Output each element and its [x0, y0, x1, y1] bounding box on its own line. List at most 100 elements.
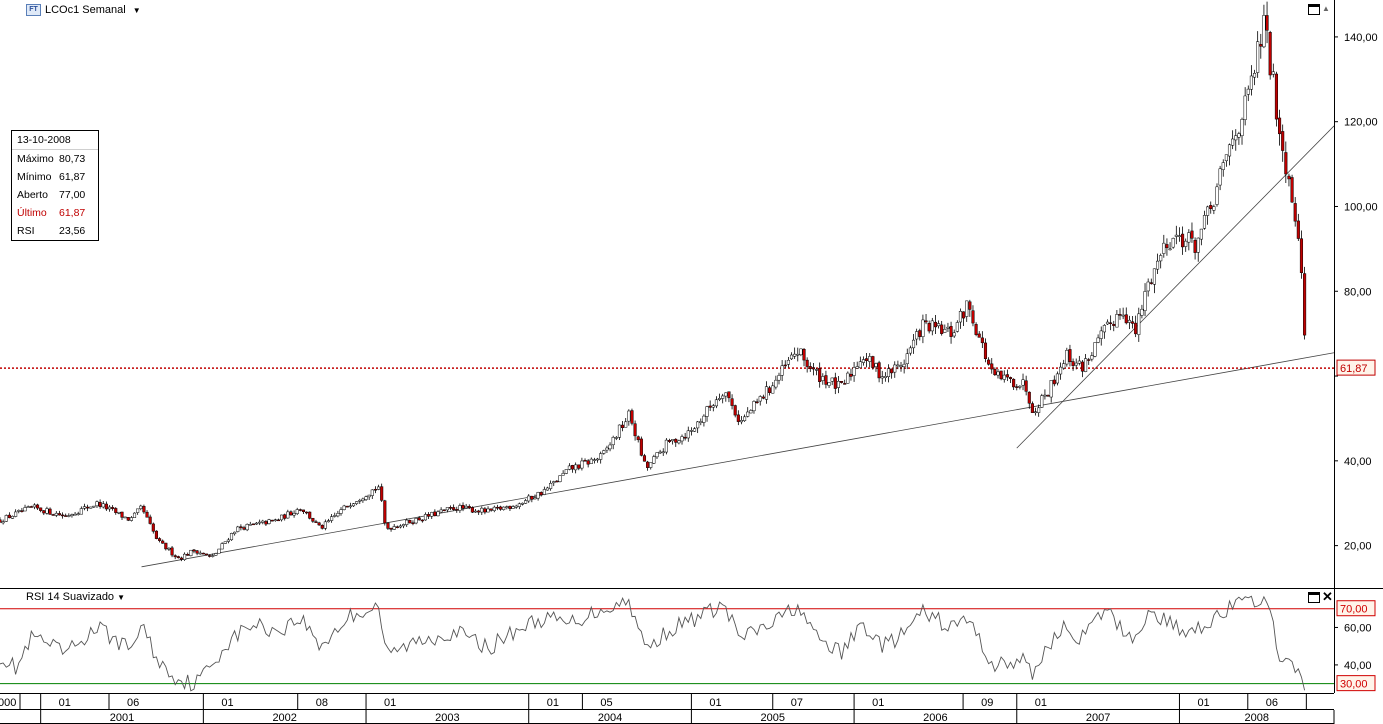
- candle-body: [667, 440, 672, 442]
- candle-body: [330, 516, 334, 521]
- candle-body: [1080, 361, 1085, 372]
- candle-body: [761, 396, 765, 399]
- candle-body: [289, 511, 293, 516]
- candle-body: [1290, 177, 1294, 203]
- close-icon[interactable]: ✕: [1322, 590, 1333, 603]
- info-key: RSI: [17, 225, 35, 237]
- candle-body: [214, 553, 218, 556]
- candle-body: [51, 514, 55, 516]
- candle-body: [273, 519, 277, 521]
- price-panel[interactable]: 20,00 40,00 80,00 100,00 120,00 140,00 61,87: [0, 0, 1383, 693]
- candle-body: [1124, 314, 1128, 324]
- candle-body: [586, 460, 590, 465]
- candle-body: [530, 495, 534, 500]
- candle-body: [233, 531, 237, 535]
- candle-body: [746, 411, 750, 417]
- candle-body: [592, 459, 596, 461]
- candle-body: [35, 504, 40, 509]
- candle-body: [583, 459, 587, 462]
- candle-body: [927, 323, 931, 332]
- month-label: 01: [547, 697, 559, 709]
- candle-body: [702, 415, 706, 423]
- candle-body: [930, 320, 934, 332]
- candle-body: [26, 506, 30, 508]
- candle-body: [993, 368, 997, 376]
- candle-body: [1099, 330, 1103, 339]
- candle-body: [664, 439, 668, 453]
- info-row-rsi: RSI 23,56: [12, 222, 98, 240]
- candle-body: [1024, 380, 1028, 392]
- candle-body: [48, 508, 52, 515]
- candle-body: [646, 461, 650, 468]
- candle-body: [458, 505, 462, 511]
- candle-body: [14, 511, 18, 517]
- maximize-icon[interactable]: [1308, 4, 1320, 15]
- candle-body: [1274, 73, 1278, 120]
- month-label: 01: [709, 697, 721, 709]
- candle-body: [1262, 15, 1266, 48]
- chevron-down-icon[interactable]: ▼: [133, 6, 141, 15]
- candle-body: [1168, 248, 1172, 251]
- candle-body: [1015, 386, 1019, 388]
- candle-body: [793, 353, 797, 357]
- candle-body: [783, 364, 787, 367]
- trendline[interactable]: [141, 352, 1335, 568]
- candle-body: [242, 527, 246, 530]
- candle-body: [195, 550, 199, 554]
- candle-body: [89, 506, 93, 509]
- candle-body: [777, 375, 781, 381]
- candle-body: [486, 508, 490, 513]
- candle-body: [54, 512, 58, 516]
- candle-body: [549, 483, 553, 489]
- candle-body: [1005, 374, 1009, 378]
- candle-body: [361, 498, 365, 502]
- chevron-down-icon[interactable]: ▼: [117, 593, 125, 602]
- scroll-up-icon[interactable]: ▲: [1322, 4, 1330, 13]
- last-price-label: 61,87: [1340, 363, 1368, 375]
- candle-body: [239, 526, 243, 529]
- candle-body: [489, 508, 493, 511]
- candle-body: [1287, 175, 1291, 180]
- candle-body: [996, 371, 1000, 376]
- candle-body: [442, 509, 446, 511]
- candle-body: [1181, 233, 1185, 248]
- candle-body: [183, 553, 187, 560]
- candle-body: [933, 321, 937, 328]
- info-value: 77,00: [59, 189, 86, 201]
- candle-body: [952, 332, 956, 337]
- rsi-header[interactable]: RSI 14 Suavizado ▼: [26, 591, 125, 603]
- candle-body: [308, 511, 312, 519]
- candle-body: [880, 376, 884, 379]
- year-label: 2003: [435, 712, 459, 724]
- candle-body: [1027, 391, 1031, 404]
- maximize-icon[interactable]: [1308, 592, 1320, 603]
- candle-body: [1012, 378, 1016, 388]
- candle-body: [445, 507, 449, 511]
- candle-body: [683, 436, 687, 439]
- candle-body: [417, 517, 421, 521]
- candle-body: [1278, 117, 1282, 135]
- candle-body: [348, 505, 352, 508]
- candle-body: [1259, 44, 1263, 47]
- candle-body: [868, 356, 872, 362]
- candle-body: [1237, 133, 1241, 138]
- candle-body: [70, 514, 74, 516]
- symbol-header[interactable]: FT LCOc1 Semanal ▼: [26, 3, 141, 17]
- candle-body: [245, 524, 249, 531]
- candles[interactable]: [0, 1, 1307, 562]
- rsi-line[interactable]: [0, 595, 1306, 692]
- candle-body: [142, 506, 146, 513]
- year-label: 2008: [1244, 712, 1268, 724]
- candle-body: [123, 516, 127, 519]
- rsi-panel[interactable]: 60,00 40,00 70,00 30,00: [0, 595, 1376, 692]
- candle-body: [1224, 154, 1228, 162]
- candle-body: [520, 502, 525, 505]
- candle-body: [689, 430, 693, 432]
- month-label: 06: [1266, 697, 1278, 709]
- candle-body: [642, 455, 647, 462]
- candle-body: [1043, 394, 1047, 397]
- candle-body: [943, 329, 947, 333]
- candle-body: [1002, 374, 1006, 380]
- candle-body: [208, 555, 212, 557]
- candle-body: [29, 506, 33, 508]
